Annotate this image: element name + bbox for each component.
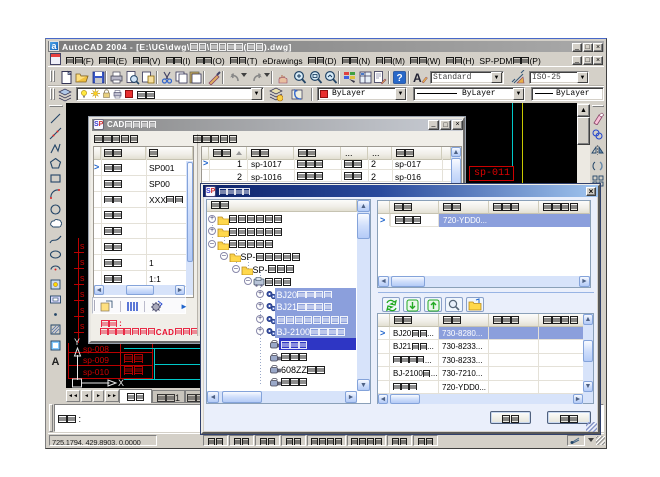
svg-text:X: X [118,378,124,388]
svg-text:Y: Y [74,337,80,347]
svg-text:A: A [413,71,422,85]
svg-text:?: ? [396,73,402,84]
svg-text:A: A [52,356,60,367]
